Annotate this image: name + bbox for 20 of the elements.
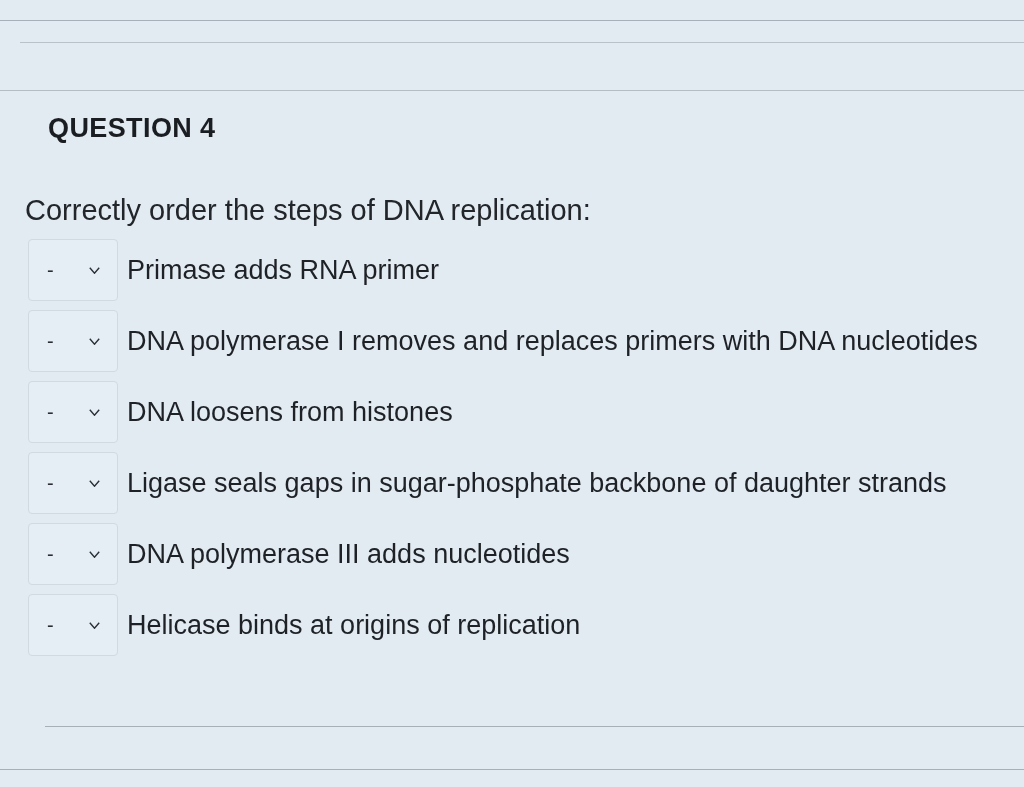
caret-icon	[89, 408, 100, 416]
caret-icon	[89, 621, 100, 629]
step-text: DNA polymerase III adds nucleotides	[127, 538, 570, 570]
step-text: Ligase seals gaps in sugar-phosphate backbone of daughter strands	[127, 467, 947, 499]
caret-icon	[89, 479, 100, 487]
caret-icon	[89, 550, 100, 558]
step-text: DNA polymerase I removes and replaces primers with DNA nucleotides	[127, 325, 978, 357]
step-text: DNA loosens from histones	[127, 396, 453, 428]
step-text: Primase adds RNA primer	[127, 254, 440, 286]
order-dropdown[interactable]: -	[28, 310, 118, 372]
question-title: QUESTION 4	[48, 112, 216, 145]
order-dropdown[interactable]: -	[28, 452, 118, 514]
caret-icon	[89, 337, 100, 345]
caret-icon	[89, 266, 100, 274]
order-dropdown[interactable]: -	[28, 381, 118, 443]
question-prompt: Correctly order the steps of DNA replication:	[25, 193, 591, 227]
step-text: Helicase binds at origins of replication	[127, 609, 581, 641]
order-dropdown[interactable]: -	[28, 523, 118, 585]
order-dropdown[interactable]: -	[28, 239, 118, 301]
order-dropdown[interactable]: -	[28, 594, 118, 656]
